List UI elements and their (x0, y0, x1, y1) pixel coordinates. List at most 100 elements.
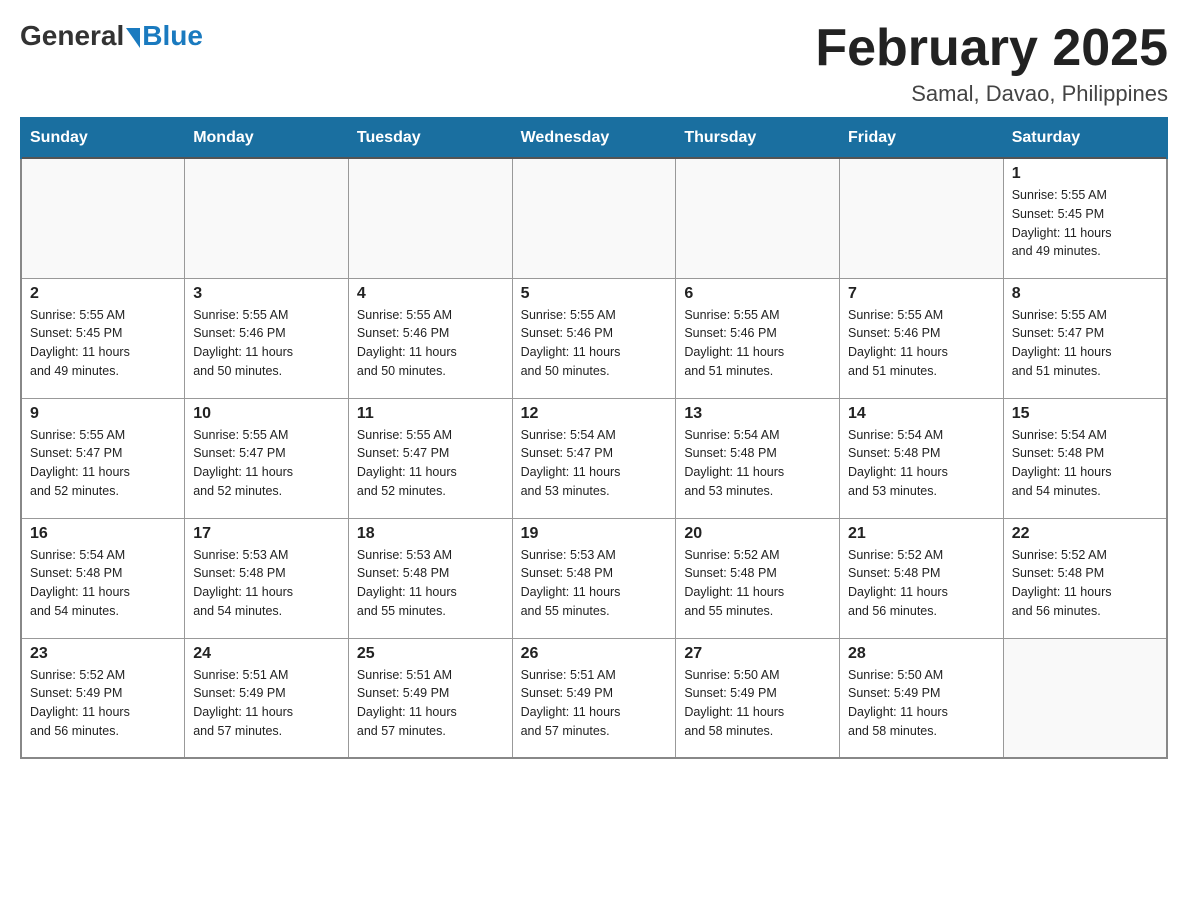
calendar-cell: 2 Sunrise: 5:55 AMSunset: 5:45 PMDaylight… (21, 278, 185, 398)
calendar-cell: 13 Sunrise: 5:54 AMSunset: 5:48 PMDayligh… (676, 398, 840, 518)
day-info: Sunrise: 5:51 AMSunset: 5:49 PMDaylight:… (357, 666, 504, 741)
calendar-cell: 10 Sunrise: 5:55 AMSunset: 5:47 PMDayligh… (185, 398, 349, 518)
day-number: 8 (1012, 285, 1158, 303)
day-info: Sunrise: 5:54 AMSunset: 5:48 PMDaylight:… (684, 426, 831, 501)
week-row-1: 1 Sunrise: 5:55 AMSunset: 5:45 PMDaylight… (21, 158, 1167, 278)
day-number: 25 (357, 645, 504, 663)
calendar-cell: 23 Sunrise: 5:52 AMSunset: 5:49 PMDayligh… (21, 638, 185, 758)
calendar-day-header-thursday: Thursday (676, 118, 840, 158)
day-info: Sunrise: 5:50 AMSunset: 5:49 PMDaylight:… (684, 666, 831, 741)
calendar-cell: 12 Sunrise: 5:54 AMSunset: 5:47 PMDayligh… (512, 398, 676, 518)
day-info: Sunrise: 5:55 AMSunset: 5:45 PMDaylight:… (30, 306, 176, 381)
logo-blue-text: Blue (142, 20, 203, 52)
day-number: 1 (1012, 165, 1158, 183)
day-number: 13 (684, 405, 831, 423)
day-info: Sunrise: 5:53 AMSunset: 5:48 PMDaylight:… (193, 546, 340, 621)
calendar-cell: 24 Sunrise: 5:51 AMSunset: 5:49 PMDayligh… (185, 638, 349, 758)
calendar-cell (1003, 638, 1167, 758)
calendar-cell: 5 Sunrise: 5:55 AMSunset: 5:46 PMDaylight… (512, 278, 676, 398)
day-number: 4 (357, 285, 504, 303)
day-number: 27 (684, 645, 831, 663)
calendar-cell (676, 158, 840, 278)
day-info: Sunrise: 5:55 AMSunset: 5:47 PMDaylight:… (193, 426, 340, 501)
calendar-header-row: SundayMondayTuesdayWednesdayThursdayFrid… (21, 118, 1167, 158)
day-number: 10 (193, 405, 340, 423)
calendar-day-header-friday: Friday (840, 118, 1004, 158)
calendar-day-header-tuesday: Tuesday (348, 118, 512, 158)
day-info: Sunrise: 5:52 AMSunset: 5:48 PMDaylight:… (684, 546, 831, 621)
calendar-cell: 25 Sunrise: 5:51 AMSunset: 5:49 PMDayligh… (348, 638, 512, 758)
calendar-cell: 22 Sunrise: 5:52 AMSunset: 5:48 PMDayligh… (1003, 518, 1167, 638)
day-number: 24 (193, 645, 340, 663)
calendar-cell: 19 Sunrise: 5:53 AMSunset: 5:48 PMDayligh… (512, 518, 676, 638)
calendar-cell: 21Sunrise: 5:52 AMSunset: 5:48 PMDayligh… (840, 518, 1004, 638)
day-info: Sunrise: 5:53 AMSunset: 5:48 PMDaylight:… (521, 546, 668, 621)
week-row-5: 23 Sunrise: 5:52 AMSunset: 5:49 PMDayligh… (21, 638, 1167, 758)
calendar-cell: 11 Sunrise: 5:55 AMSunset: 5:47 PMDayligh… (348, 398, 512, 518)
day-info: Sunrise: 5:52 AMSunset: 5:49 PMDaylight:… (30, 666, 176, 741)
day-number: 12 (521, 405, 668, 423)
day-number: 20 (684, 525, 831, 543)
calendar-cell: 6 Sunrise: 5:55 AMSunset: 5:46 PMDaylight… (676, 278, 840, 398)
day-number: 16 (30, 525, 176, 543)
week-row-3: 9Sunrise: 5:55 AMSunset: 5:47 PMDaylight… (21, 398, 1167, 518)
calendar-cell (21, 158, 185, 278)
calendar-cell: 17Sunrise: 5:53 AMSunset: 5:48 PMDayligh… (185, 518, 349, 638)
day-number: 18 (357, 525, 504, 543)
day-info: Sunrise: 5:54 AMSunset: 5:48 PMDaylight:… (848, 426, 995, 501)
logo: General Blue (20, 20, 203, 52)
day-number: 15 (1012, 405, 1158, 423)
calendar-day-header-monday: Monday (185, 118, 349, 158)
logo-general-text: General (20, 20, 124, 52)
day-info: Sunrise: 5:55 AMSunset: 5:46 PMDaylight:… (684, 306, 831, 381)
calendar-day-header-wednesday: Wednesday (512, 118, 676, 158)
location-title: Samal, Davao, Philippines (815, 81, 1168, 107)
day-info: Sunrise: 5:52 AMSunset: 5:48 PMDaylight:… (848, 546, 995, 621)
title-block: February 2025 Samal, Davao, Philippines (815, 20, 1168, 107)
calendar-cell: 18Sunrise: 5:53 AMSunset: 5:48 PMDayligh… (348, 518, 512, 638)
day-number: 6 (684, 285, 831, 303)
calendar-cell: 9Sunrise: 5:55 AMSunset: 5:47 PMDaylight… (21, 398, 185, 518)
logo-triangle-icon (126, 28, 140, 48)
calendar-cell: 26 Sunrise: 5:51 AMSunset: 5:49 PMDayligh… (512, 638, 676, 758)
day-number: 11 (357, 405, 504, 423)
day-number: 23 (30, 645, 176, 663)
day-number: 7 (848, 285, 995, 303)
day-info: Sunrise: 5:52 AMSunset: 5:48 PMDaylight:… (1012, 546, 1158, 621)
calendar-cell (185, 158, 349, 278)
calendar-cell (348, 158, 512, 278)
day-number: 19 (521, 525, 668, 543)
day-info: Sunrise: 5:51 AMSunset: 5:49 PMDaylight:… (521, 666, 668, 741)
calendar-cell: 16Sunrise: 5:54 AMSunset: 5:48 PMDayligh… (21, 518, 185, 638)
day-info: Sunrise: 5:55 AMSunset: 5:46 PMDaylight:… (848, 306, 995, 381)
calendar-cell (512, 158, 676, 278)
calendar-cell: 20 Sunrise: 5:52 AMSunset: 5:48 PMDayligh… (676, 518, 840, 638)
day-info: Sunrise: 5:55 AMSunset: 5:45 PMDaylight:… (1012, 186, 1158, 261)
day-info: Sunrise: 5:54 AMSunset: 5:48 PMDaylight:… (1012, 426, 1158, 501)
day-number: 22 (1012, 525, 1158, 543)
calendar-cell: 28Sunrise: 5:50 AMSunset: 5:49 PMDayligh… (840, 638, 1004, 758)
day-number: 3 (193, 285, 340, 303)
calendar-cell: 14 Sunrise: 5:54 AMSunset: 5:48 PMDayligh… (840, 398, 1004, 518)
day-number: 5 (521, 285, 668, 303)
calendar-cell: 4Sunrise: 5:55 AMSunset: 5:46 PMDaylight… (348, 278, 512, 398)
day-info: Sunrise: 5:51 AMSunset: 5:49 PMDaylight:… (193, 666, 340, 741)
week-row-2: 2 Sunrise: 5:55 AMSunset: 5:45 PMDaylight… (21, 278, 1167, 398)
calendar-cell: 7 Sunrise: 5:55 AMSunset: 5:46 PMDaylight… (840, 278, 1004, 398)
calendar-day-header-saturday: Saturday (1003, 118, 1167, 158)
day-number: 14 (848, 405, 995, 423)
day-info: Sunrise: 5:54 AMSunset: 5:47 PMDaylight:… (521, 426, 668, 501)
day-number: 26 (521, 645, 668, 663)
day-info: Sunrise: 5:55 AMSunset: 5:46 PMDaylight:… (521, 306, 668, 381)
page-header: General Blue February 2025 Samal, Davao,… (20, 20, 1168, 107)
day-info: Sunrise: 5:55 AMSunset: 5:47 PMDaylight:… (30, 426, 176, 501)
day-info: Sunrise: 5:55 AMSunset: 5:47 PMDaylight:… (357, 426, 504, 501)
day-info: Sunrise: 5:50 AMSunset: 5:49 PMDaylight:… (848, 666, 995, 741)
day-number: 2 (30, 285, 176, 303)
calendar-table: SundayMondayTuesdayWednesdayThursdayFrid… (20, 117, 1168, 759)
month-title: February 2025 (815, 20, 1168, 77)
calendar-cell (840, 158, 1004, 278)
calendar-cell: 3 Sunrise: 5:55 AMSunset: 5:46 PMDaylight… (185, 278, 349, 398)
day-info: Sunrise: 5:55 AMSunset: 5:46 PMDaylight:… (193, 306, 340, 381)
calendar-cell: 8Sunrise: 5:55 AMSunset: 5:47 PMDaylight… (1003, 278, 1167, 398)
